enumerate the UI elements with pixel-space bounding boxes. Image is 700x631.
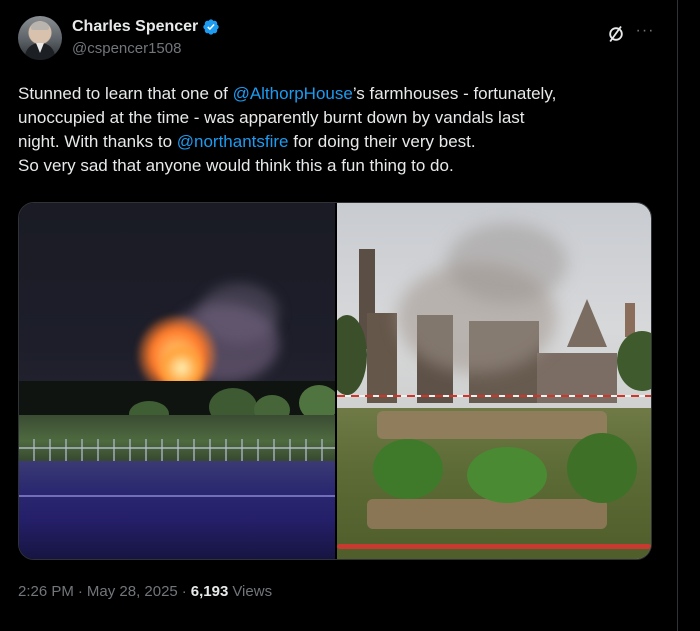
weeds — [373, 439, 443, 499]
tweet-text-line-4: So very sad that anyone would think this… — [18, 156, 454, 175]
verified-badge-icon[interactable] — [202, 18, 220, 36]
author-handle[interactable]: @cspencer1508 — [72, 40, 181, 57]
views-count: 6,193 — [190, 583, 229, 600]
photo-fence-rail — [19, 447, 335, 449]
photo-burnt-ruins[interactable] — [337, 203, 651, 559]
meta-separator: · — [181, 583, 187, 600]
text-segment: for doing their very best. — [288, 132, 476, 151]
avatar-hair — [31, 22, 49, 30]
weeds — [567, 433, 637, 503]
media-grid — [18, 202, 652, 560]
text-segment: night. With thanks to — [18, 132, 177, 151]
photo-night-fire[interactable] — [19, 203, 335, 559]
rubble-foundation — [367, 499, 607, 529]
tweet-header: Charles Spencer @cspencer1508 ··· — [18, 16, 658, 66]
more-options-icon[interactable]: ··· — [634, 23, 656, 44]
author-display-name[interactable]: Charles Spencer — [72, 18, 198, 36]
fire-hose — [337, 544, 651, 549]
smoke-haze — [447, 223, 567, 303]
text-segment: Stunned to learn that one of — [18, 84, 233, 103]
tweet-meta: 2:26 PM · May 28, 2025 · 6,193 Views — [18, 583, 272, 600]
grok-icon[interactable] — [606, 24, 626, 44]
rubble-foundation — [377, 411, 607, 439]
photo-road — [19, 461, 335, 559]
views-label: Views — [232, 583, 273, 600]
author-avatar[interactable] — [18, 16, 62, 60]
text-segment: ’s farmhouses - fortunately, — [352, 84, 557, 103]
mention-link-althorp[interactable]: @AlthorpHouse — [233, 84, 353, 103]
tweet-text-line-1: Stunned to learn that one of @AlthorpHou… — [18, 82, 658, 106]
author-name-row: Charles Spencer — [72, 18, 220, 36]
tweet-text-line-2: unoccupied at the time - was apparently … — [18, 108, 525, 127]
ruin-wall — [367, 313, 397, 403]
police-tape — [337, 395, 651, 397]
photo-fence — [19, 439, 335, 463]
tweet-date[interactable]: May 28, 2025 — [87, 583, 178, 600]
weeds — [467, 447, 547, 503]
tweet-time[interactable]: 2:26 PM — [18, 583, 74, 600]
column-divider — [677, 0, 678, 631]
meta-separator: · — [77, 583, 83, 600]
tweet-text: Stunned to learn that one of @AlthorpHou… — [18, 82, 658, 178]
mention-link-northantsfire[interactable]: @northantsfire — [177, 132, 289, 151]
tweet-text-line-3: night. With thanks to @northantsfire for… — [18, 130, 658, 154]
photo-road-line — [19, 495, 335, 497]
